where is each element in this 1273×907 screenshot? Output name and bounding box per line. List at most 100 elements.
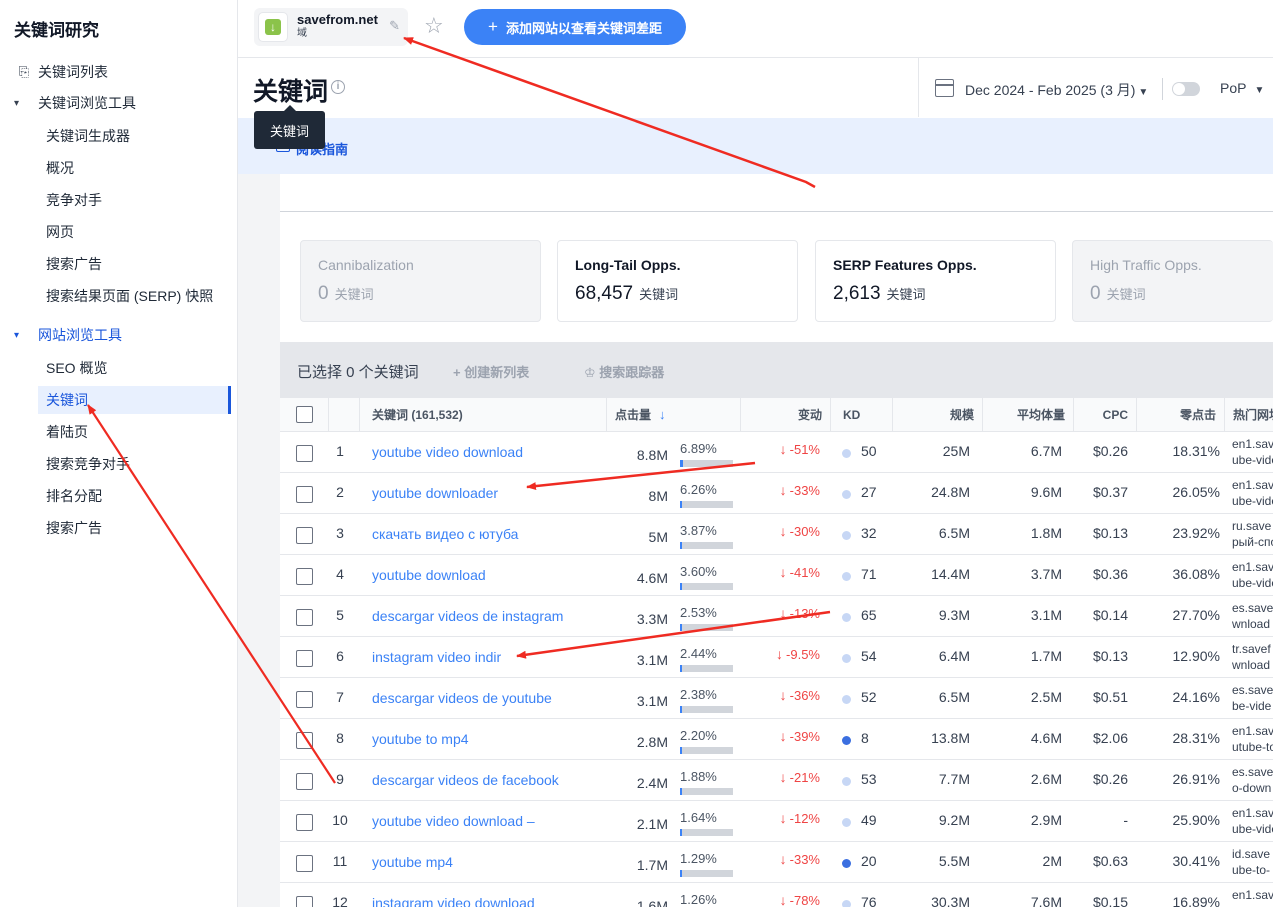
top-url-link[interactable]: id.save ube-to-	[1232, 846, 1273, 878]
sidebar-item-seo-overview[interactable]: SEO 概览	[0, 354, 232, 382]
divider	[280, 211, 1273, 212]
top-url-link[interactable]: en1.save ube-vide	[1232, 805, 1273, 837]
top-url-link[interactable]: en1.save ube-vide	[1232, 477, 1273, 509]
table-row[interactable]: 10 youtube video download – 2.1M 1.64% ↓ -12%…	[280, 801, 1273, 842]
sidebar-item-overview[interactable]: 概况	[0, 154, 232, 182]
card-long-tail[interactable]: Long-Tail Opps. 68,457 关键词	[557, 240, 798, 322]
sidebar-item-pages[interactable]: 网页	[0, 218, 232, 246]
sidebar-item-search-ads[interactable]: 搜索广告	[0, 250, 232, 278]
sidebar-item-keyword-list[interactable]: ⎘ 关键词列表	[0, 58, 232, 86]
row-checkbox[interactable]	[296, 527, 313, 544]
keyword-link[interactable]: youtube download	[372, 567, 486, 583]
share-value: 2.44%	[680, 646, 717, 661]
keyword-link[interactable]: youtube video download	[372, 444, 523, 460]
sidebar-item-ranking-distribution[interactable]: 排名分配	[0, 482, 232, 510]
search-tracker-button[interactable]: ♔ 搜索跟踪器	[584, 362, 664, 381]
table-row[interactable]: 9 descargar videos de facebook 2.4M 1.88% ↓ -…	[280, 760, 1273, 801]
sidebar-item-keyword-generator[interactable]: 关键词生成器	[0, 122, 232, 150]
row-checkbox[interactable]	[296, 609, 313, 626]
row-checkbox[interactable]	[296, 486, 313, 503]
compare-toggle[interactable]	[1172, 82, 1200, 96]
row-checkbox[interactable]	[296, 650, 313, 667]
top-url-link[interactable]: en1.save ube-vide	[1232, 559, 1273, 591]
row-checkbox[interactable]	[296, 445, 313, 462]
create-list-button[interactable]: + 创建新列表	[453, 362, 529, 381]
sidebar-item-landing-pages[interactable]: 着陆页	[0, 418, 232, 446]
top-url-link[interactable]: tr.savef wnload	[1232, 641, 1273, 673]
select-all-checkbox[interactable]	[296, 406, 313, 423]
row-checkbox[interactable]	[296, 773, 313, 790]
top-url-link[interactable]: en1.save	[1232, 887, 1273, 903]
avg-volume-value: 2M	[1042, 853, 1062, 869]
column-header-top-url[interactable]: 热门网址	[1224, 398, 1273, 432]
keyword-link[interactable]: descargar videos de instagram	[372, 608, 563, 624]
row-checkbox[interactable]	[296, 855, 313, 872]
add-website-button[interactable]: + 添加网站以查看关键词差距	[464, 9, 686, 45]
table-row[interactable]: 12 instagram video download 1.6M 1.26% ↓ -78%…	[280, 883, 1273, 907]
keyword-link[interactable]: instagram video indir	[372, 649, 501, 665]
keyword-link[interactable]: youtube video download –	[372, 813, 535, 829]
row-checkbox[interactable]	[296, 896, 313, 907]
keyword-link[interactable]: instagram video download	[372, 895, 535, 907]
change-value: ↓ -21%	[750, 769, 820, 785]
pencil-icon[interactable]: ✎	[389, 18, 400, 34]
top-url-line: en1.save	[1232, 888, 1273, 902]
table-row[interactable]: 2 youtube downloader 8M 6.26% ↓ -33% 27 24.8M 9.…	[280, 473, 1273, 514]
table-row[interactable]: 3 скачать видео с ютуба 5M 3.87% ↓ -30% 32 6.5M…	[280, 514, 1273, 555]
column-header-change[interactable]: 变动	[740, 398, 830, 432]
date-range-picker[interactable]: Dec 2024 - Feb 2025 (3 月) ▼	[965, 80, 1148, 100]
top-url-link[interactable]: es.save o-down	[1232, 764, 1273, 796]
table-row[interactable]: 6 instagram video indir 3.1M 2.44% ↓ -9.5% 54 6…	[280, 637, 1273, 678]
top-url-line: ube-to-	[1232, 863, 1271, 877]
sidebar-item-search-competitors[interactable]: 搜索竞争对手	[0, 450, 232, 478]
column-header-cpc[interactable]: CPC	[1073, 398, 1136, 432]
keyword-link[interactable]: youtube downloader	[372, 485, 498, 501]
top-url-link[interactable]: es.save wnload	[1232, 600, 1273, 632]
sidebar-item-competitors[interactable]: 竞争对手	[0, 186, 232, 214]
row-index: 11	[332, 853, 348, 869]
sidebar-item-serp-snapshot[interactable]: 搜索结果页面 (SERP) 快照	[0, 282, 232, 310]
sidebar-group-website-explorer[interactable]: ▾ 网站浏览工具	[0, 321, 232, 349]
share-bar	[680, 829, 733, 836]
column-header-keyword[interactable]: 关键词 (161,532)	[359, 398, 606, 432]
column-header-scale[interactable]: 规模	[892, 398, 982, 432]
row-checkbox[interactable]	[296, 814, 313, 831]
sidebar-item-search-ads-2[interactable]: 搜索广告	[0, 514, 232, 542]
sidebar-item-keywords[interactable]: 关键词	[38, 386, 231, 414]
top-url-link[interactable]: en1.save ube-vide	[1232, 436, 1273, 468]
keyword-link[interactable]: youtube mp4	[372, 854, 453, 870]
keyword-link[interactable]: скачать видео с ютуба	[372, 526, 518, 542]
column-header-kd[interactable]: KD	[830, 398, 892, 432]
share-bar	[680, 624, 733, 631]
top-url-line: o-down	[1232, 781, 1272, 795]
card-high-traffic[interactable]: High Traffic Opps. 0 关键词	[1072, 240, 1273, 322]
top-url-link[interactable]: es.save be-vide	[1232, 682, 1273, 714]
compare-select[interactable]: PoP ▼	[1220, 80, 1264, 96]
table-row[interactable]: 11 youtube mp4 1.7M 1.29% ↓ -33% 20 5.5M 2M $0.63…	[280, 842, 1273, 883]
column-header-zero-click[interactable]: 零点击	[1136, 398, 1224, 432]
table-row[interactable]: 8 youtube to mp4 2.8M 2.20% ↓ -39% 8 13.8M 4.6M $…	[280, 719, 1273, 760]
keyword-link[interactable]: youtube to mp4	[372, 731, 469, 747]
card-value: 0 关键词	[318, 283, 374, 305]
top-url-link[interactable]: en1.save utube-to	[1232, 723, 1273, 755]
table-row[interactable]: 1 youtube video download 8.8M 6.89% ↓ -51% 50 2…	[280, 432, 1273, 473]
row-index: 9	[336, 771, 344, 787]
row-checkbox[interactable]	[296, 568, 313, 585]
star-icon[interactable]: ☆	[424, 13, 444, 39]
sidebar-item-label: 竞争对手	[46, 192, 102, 208]
top-url-link[interactable]: ru.save рый-спо	[1232, 518, 1273, 550]
card-cannibalization[interactable]: Cannibalization 0 关键词	[300, 240, 541, 322]
keyword-link[interactable]: descargar videos de facebook	[372, 772, 559, 788]
table-row[interactable]: 4 youtube download 4.6M 3.60% ↓ -41% 71 14.4M 3.…	[280, 555, 1273, 596]
sidebar-group-keyword-explorer[interactable]: ▾ 关键词浏览工具	[0, 89, 232, 117]
table-row[interactable]: 7 descargar videos de youtube 3.1M 2.38% ↓ -3…	[280, 678, 1273, 719]
row-checkbox[interactable]	[296, 691, 313, 708]
keyword-link[interactable]: descargar videos de youtube	[372, 690, 552, 706]
row-checkbox[interactable]	[296, 732, 313, 749]
card-serp-features[interactable]: SERP Features Opps. 2,613 关键词	[815, 240, 1056, 322]
info-icon[interactable]: i	[331, 80, 345, 94]
column-header-avg-volume[interactable]: 平均体量	[982, 398, 1073, 432]
column-header-clicks[interactable]: 点击量 ↓	[606, 398, 740, 432]
table-row[interactable]: 5 descargar videos de instagram 3.3M 2.53% ↓…	[280, 596, 1273, 637]
domain-chip[interactable]: ↓ savefrom.net 域 ✎	[254, 8, 408, 46]
